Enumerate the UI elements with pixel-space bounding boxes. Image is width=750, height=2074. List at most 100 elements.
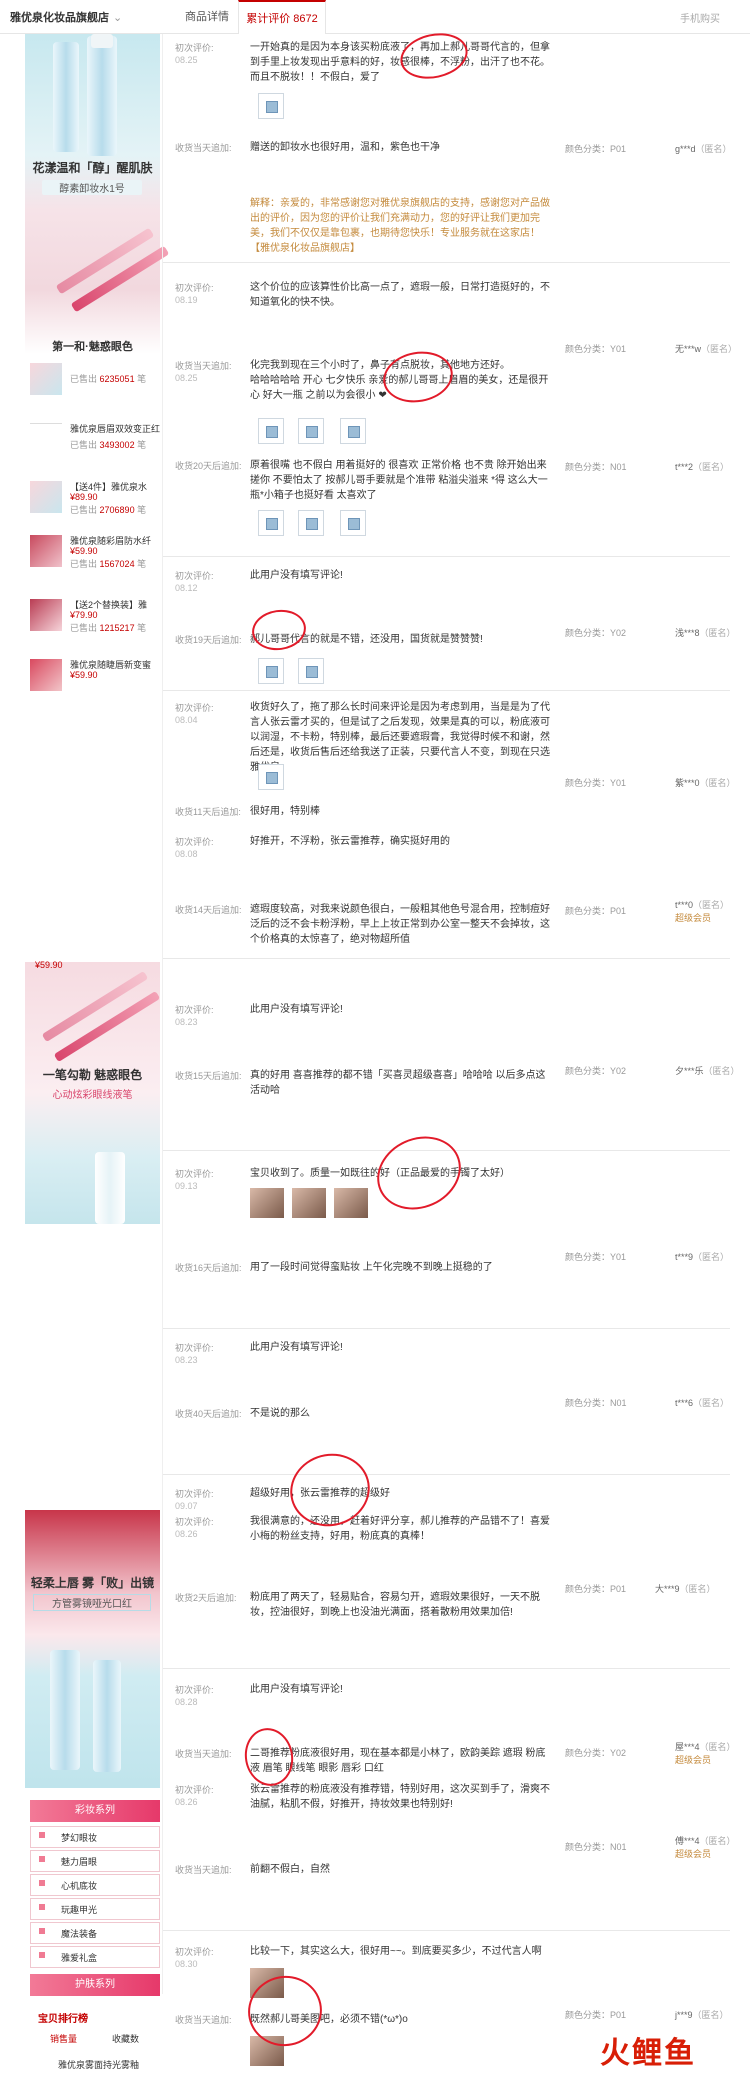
- color-variant: 颜色分类：Y02: [565, 1066, 627, 1076]
- review-separator: [163, 1474, 730, 1475]
- review-text: 粉底用了两天了，轻易贴合，容易匀开，遮瑕效果很好，一天不脱妆，控油很好，到晚上也…: [250, 1592, 540, 1618]
- review-text: 不是说的那么: [250, 1408, 310, 1419]
- review-text: 此用户没有填写评论!: [250, 1004, 343, 1015]
- side-product-item[interactable]: 雅优泉唇眉双效变正红 已售出 3493002 笔: [30, 420, 160, 458]
- review-text: 用了一段时间觉得蛮贴妆 上午化完晚不到晚上挺稳的了: [250, 1262, 493, 1273]
- nav-category[interactable]: 梦幻眼妆: [30, 1826, 160, 1848]
- review-label: 收货当天追加:: [175, 1865, 232, 1875]
- bullet-icon: [39, 1952, 45, 1958]
- tab-reviews[interactable]: 累计评价 8672: [238, 0, 326, 34]
- chevron-down-icon[interactable]: ⌄: [113, 12, 122, 24]
- review-text: 我很满意的，还没用，赶着好评分享，郝儿推荐的产品错不了！喜爱小梅的粉丝支持，好用…: [250, 1516, 550, 1542]
- review-text: 此用户没有填写评论!: [250, 570, 343, 581]
- reviewer-name: 浅***8（匿名）: [675, 628, 736, 638]
- side-product-item[interactable]: 雅优泉随彩眉防水纤 ¥59.90 已售出 1567024 笔: [30, 532, 160, 570]
- review-photo[interactable]: [250, 1188, 284, 1218]
- color-variant: 颜色分类：P01: [565, 144, 627, 154]
- promo-banner-cleansing[interactable]: 花漾温和「醇」醒肌肤 醇素卸妆水1号 第一和·魅惑眼色: [25, 34, 170, 354]
- review-label: 初次评价: 09.13: [175, 1169, 214, 1191]
- color-variant: 颜色分类：P01: [565, 2010, 627, 2020]
- review-photo[interactable]: [334, 1188, 368, 1218]
- review-separator: [163, 1930, 730, 1931]
- color-variant: 颜色分类：Y01: [565, 344, 627, 354]
- review-text: 此用户没有填写评论!: [250, 1342, 343, 1353]
- review-thumbnail[interactable]: [258, 510, 284, 536]
- promo-banner-lipstick[interactable]: 轻柔上唇 雾「败」出镜 方管雾镜哑光口红: [25, 1510, 160, 1788]
- review-text: 此用户没有填写评论!: [250, 1684, 343, 1695]
- promo-title: 花漾温和「醇」醒肌肤: [32, 161, 153, 175]
- review-thumbnail[interactable]: [298, 658, 324, 684]
- shop-name[interactable]: 雅优泉化妆品旗舰店 ⌄: [10, 8, 160, 28]
- color-variant: 颜色分类：Y02: [565, 1748, 627, 1758]
- review-label: 收货当天追加:: [175, 143, 232, 153]
- reviewer-name: 傅***4（匿名） 超级会员: [675, 1836, 736, 1859]
- nav-category[interactable]: 玩趣甲光: [30, 1898, 160, 1920]
- review-text: 真的好用 喜喜推荐的都不错「买喜灵超级喜喜」哈哈哈 以后多点这活动哈: [250, 1070, 546, 1096]
- promo-price: ¥59.90: [35, 960, 63, 970]
- side-product-item[interactable]: 已售出 6235051 笔: [30, 360, 160, 398]
- nav-category[interactable]: 魅力眉眼: [30, 1850, 160, 1872]
- review-thumbnail[interactable]: [258, 764, 284, 790]
- review-text: 这个价位的应该算性价比高一点了，遮瑕一般，日常打造挺好的，不知道氧化的快不快。: [250, 282, 550, 308]
- nav-category[interactable]: 魔法装备: [30, 1922, 160, 1944]
- review-thumbnail[interactable]: [258, 93, 284, 119]
- review-separator: [163, 1668, 730, 1669]
- review-label: 收货11天后追加:: [175, 807, 241, 817]
- review-text: 收货好久了，拖了那么长时间来评论是因为考虑到用，当是是为了代言人张云雷才买的，但…: [250, 702, 550, 773]
- mobile-buy-link[interactable]: 手机购买: [680, 10, 720, 25]
- review-text: 遮瑕度较高，对我来说颜色很白，一般粗其他色号混合用，控制痘好泛后的泛不会卡粉浮粉…: [250, 904, 550, 945]
- review-thumbnail[interactable]: [258, 658, 284, 684]
- review-photo[interactable]: [292, 1188, 326, 1218]
- color-variant: 颜色分类：N01: [565, 1842, 627, 1852]
- shop-name-text: 雅优泉化妆品旗舰店: [10, 12, 109, 24]
- promo-banner-eyeliner[interactable]: ¥59.90 一笔勾勒 魅惑眼色 心动炫彩眼线液笔: [25, 960, 161, 1224]
- tab-product-details[interactable]: 商品详情: [176, 0, 238, 34]
- review-label: 初次评价: 09.07: [175, 1489, 214, 1511]
- reviewer-name: 无***w（匿名）: [675, 344, 738, 354]
- sold-count: 已售出 3493002 笔: [70, 440, 147, 450]
- review-text: 原着很嘴 也不假白 用着挺好的 很喜欢 正常价格 也不贵 除开始出来搓你 不要怕…: [250, 460, 548, 501]
- side-product-item[interactable]: 雅优泉随睫唇新变蜜 ¥59.90: [30, 656, 160, 694]
- review-thumbnail[interactable]: [298, 510, 324, 536]
- rank-tab-sales[interactable]: 销售量: [50, 2032, 77, 2045]
- nav-category[interactable]: 雅爱礼盒: [30, 1946, 160, 1968]
- review-thumbnail[interactable]: [298, 418, 324, 444]
- color-variant: 颜色分类：N01: [565, 462, 627, 472]
- reviewer-name: 紫***0（匿名）: [675, 778, 736, 788]
- bottle-image: [53, 42, 79, 152]
- review-separator: [163, 262, 730, 263]
- review-text: 张云雷推荐的粉底液没有推荐错，特别好用，这次买到手了，滑爽不油腻，粘肌不假，好推…: [250, 1784, 550, 1810]
- nav-category[interactable]: 心机底妆: [30, 1874, 160, 1896]
- review-label: 收货当天追加:: [175, 2015, 232, 2025]
- annotation-circle: [240, 1724, 298, 1790]
- review-label: 收货15天后追加:: [175, 1071, 242, 1081]
- review-label: 初次评价: 08.30: [175, 1947, 214, 1969]
- promo-title: 一笔勾勒 魅惑眼色: [42, 1068, 143, 1082]
- reviewer-name: 夕***乐（匿名）: [675, 1066, 740, 1076]
- review-separator: [163, 556, 730, 557]
- review-thumbnail[interactable]: [340, 510, 366, 536]
- reviewer-name: 屋***4（匿名） 超级会员: [675, 1742, 736, 1765]
- review-text: 比较一下，其实这么大，很好用~~。到底要买多少，不过代言人啊: [250, 1946, 542, 1957]
- product-thumbnail: [30, 423, 62, 455]
- sold-count: 已售出 2706890 笔: [70, 505, 147, 515]
- review-label: 收货当天追加:: [175, 1749, 232, 1759]
- product-name: 雅优泉唇眉双效变正红: [70, 424, 161, 434]
- ranking-last-item[interactable]: 雅优泉雾面持光雾釉: [58, 2058, 139, 2071]
- rank-tab-favorites[interactable]: 收藏数: [112, 2032, 139, 2045]
- product-price: ¥89.90: [70, 492, 98, 502]
- review-text: 二哥推荐粉底液很好用，现在基本都是小林了，欧韵美踪 遮瑕 粉底液 眉笔 眼线笔 …: [250, 1748, 546, 1774]
- review-label: 初次评价: 08.26: [175, 1785, 214, 1807]
- annotation-circle: [365, 1123, 473, 1223]
- vip-badge: 超级会员: [675, 1755, 712, 1765]
- nav-section-skincare[interactable]: 护肤系列: [30, 1974, 160, 1996]
- sold-count: 已售出 6235051 笔: [70, 374, 147, 384]
- bullet-icon: [39, 1832, 45, 1838]
- review-thumbnail[interactable]: [340, 418, 366, 444]
- review-label: 收货19天后追加:: [175, 635, 242, 645]
- nav-section-makeup[interactable]: 彩妆系列: [30, 1800, 160, 1822]
- side-product-item[interactable]: 【送2个替换装】雅 ¥79.90 已售出 1215217 笔: [30, 596, 160, 634]
- review-thumbnail[interactable]: [258, 418, 284, 444]
- side-product-item[interactable]: 【送4件】雅优泉水 ¥89.90 已售出 2706890 笔: [30, 478, 160, 516]
- review-text: 前翻不假白，自然: [250, 1864, 330, 1875]
